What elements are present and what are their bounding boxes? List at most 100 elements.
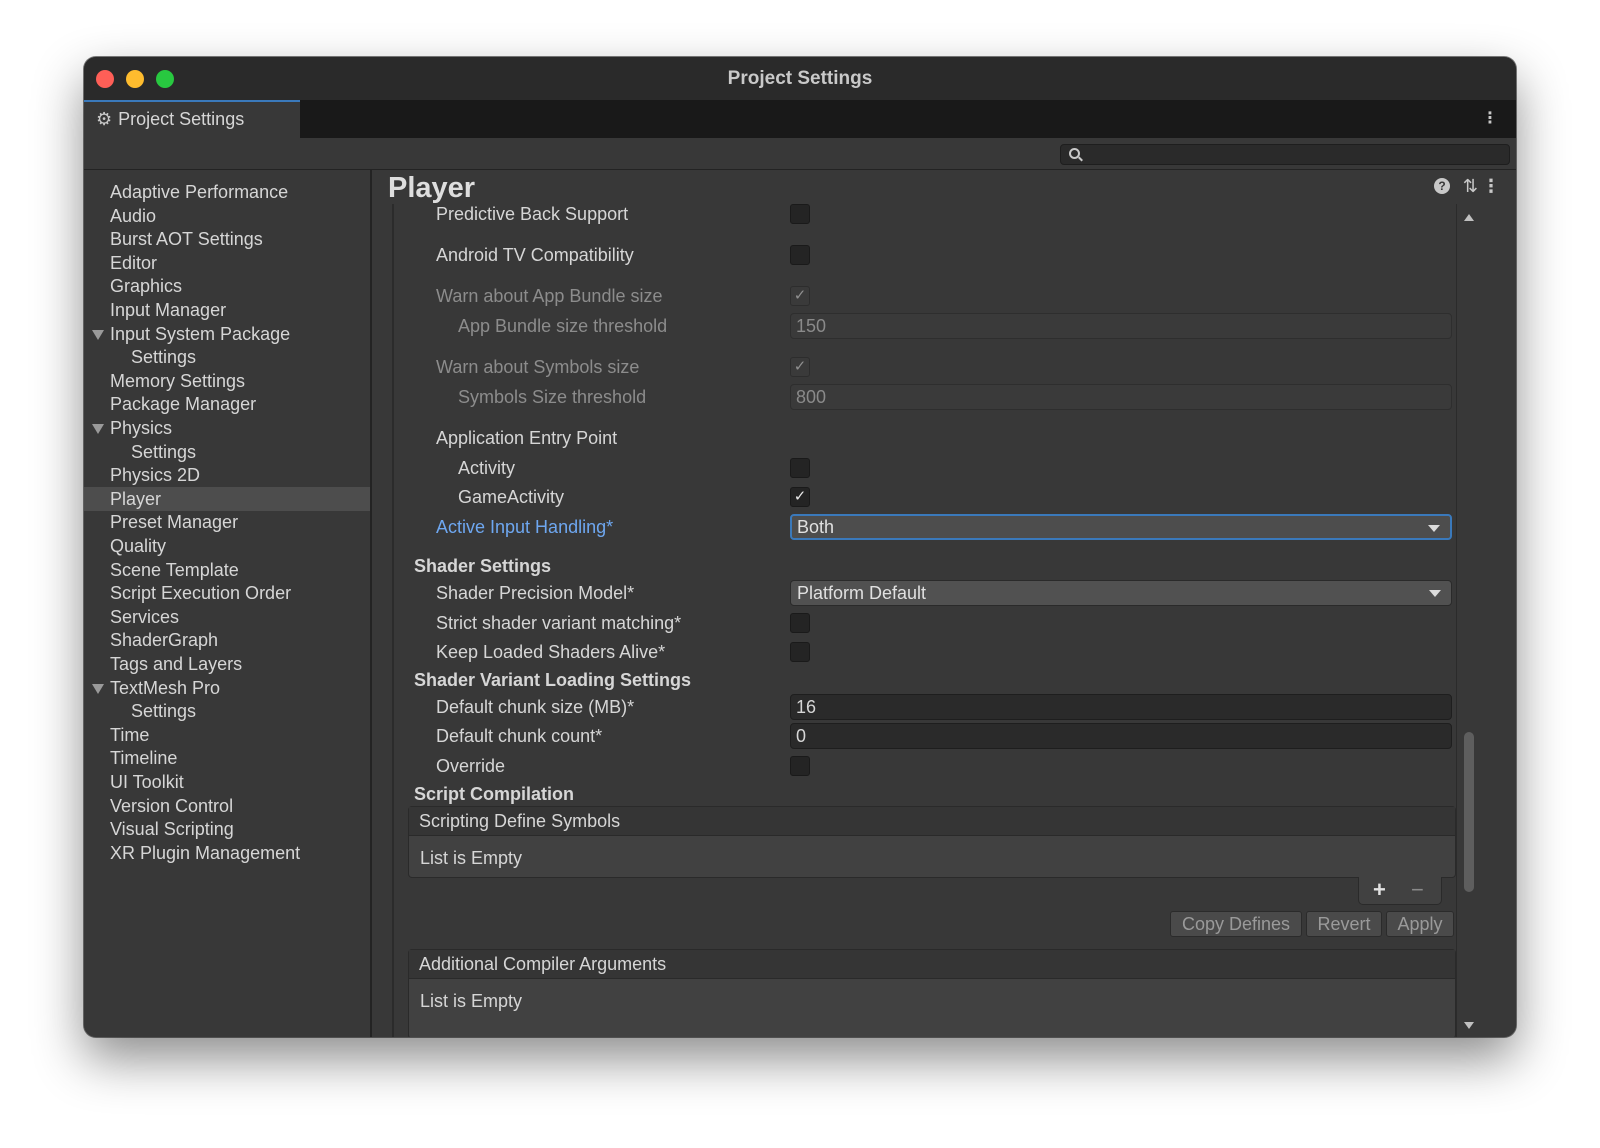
android-tv-label: Android TV Compatibility	[436, 245, 634, 265]
warn-bundle-checkbox[interactable]: ✓	[790, 286, 810, 306]
android-tv-row: Android TV Compatibility	[394, 241, 1456, 269]
sidebar-item-physics[interactable]: Physics	[84, 416, 370, 440]
expand-triangle-icon[interactable]	[92, 329, 104, 340]
add-symbol-button[interactable]: +	[1373, 878, 1386, 902]
active-input-label[interactable]: Active Input Handling*	[436, 513, 613, 541]
shader-precision-label: Shader Precision Model*	[436, 583, 635, 603]
window-title: Project Settings	[727, 68, 873, 89]
sidebar-item-xr-plugin-management[interactable]: XR Plugin Management	[84, 841, 370, 865]
revert-button[interactable]: Revert	[1306, 911, 1382, 937]
chunk-size-field[interactable]: 16	[790, 694, 1452, 720]
sidebar-item-graphics[interactable]: Graphics	[84, 274, 370, 298]
sidebar-item-version-control[interactable]: Version Control	[84, 794, 370, 818]
activity-checkbox[interactable]	[790, 458, 810, 478]
minimize-window-button[interactable]	[126, 70, 144, 88]
sidebar-item-settings-11[interactable]: Settings	[84, 440, 370, 464]
shader-precision-row: Shader Precision Model* Platform Default	[394, 579, 1456, 607]
symbols-threshold-label: Symbols Size threshold	[458, 387, 647, 407]
close-window-button[interactable]	[96, 70, 114, 88]
scroll-thumb[interactable]	[1464, 732, 1474, 892]
sidebar-item-preset-manager[interactable]: Preset Manager	[84, 510, 370, 534]
predictive-back-row: Predictive Back Support	[394, 204, 1456, 228]
sidebar-item-physics-2d[interactable]: Physics 2D	[84, 463, 370, 487]
sidebar-item-package-manager[interactable]: Package Manager	[84, 392, 370, 416]
define-symbols-header[interactable]: Scripting Define Symbols	[409, 807, 1455, 836]
vertical-scrollbar[interactable]	[1462, 204, 1476, 1037]
sidebar-item-label: Audio	[110, 205, 157, 226]
sidebar-item-input-system-package[interactable]: Input System Package	[84, 322, 370, 346]
sidebar-item-label: Visual Scripting	[110, 819, 234, 840]
sidebar-item-label: ShaderGraph	[110, 630, 219, 651]
search-input[interactable]	[1060, 144, 1510, 165]
bundle-threshold-field[interactable]: 150	[790, 313, 1452, 339]
panel-menu-icon[interactable]: ⋮	[1482, 176, 1500, 197]
override-row: Override	[394, 752, 1456, 780]
predictive-back-checkbox[interactable]	[790, 204, 810, 224]
sidebar-item-timeline[interactable]: Timeline	[84, 746, 370, 770]
sidebar-item-shadergraph[interactable]: ShaderGraph	[84, 628, 370, 652]
shader-precision-dropdown[interactable]: Platform Default	[790, 580, 1452, 606]
chunk-size-label: Default chunk size (MB)*	[436, 697, 635, 717]
sidebar-item-label: Version Control	[110, 795, 234, 816]
sidebar-item-settings-22[interactable]: Settings	[84, 699, 370, 723]
tab-project-settings[interactable]: ⚙ Project Settings	[84, 100, 300, 138]
symbols-threshold-field[interactable]: 800	[790, 384, 1452, 410]
sidebar-item-tags-and-layers[interactable]: Tags and Layers	[84, 652, 370, 676]
strict-variant-row: Strict shader variant matching*	[394, 609, 1456, 637]
active-input-dropdown[interactable]: Both	[790, 514, 1452, 540]
strict-variant-checkbox[interactable]	[790, 613, 810, 633]
chunk-count-field[interactable]: 0	[790, 723, 1452, 749]
copy-defines-button[interactable]: Copy Defines	[1170, 911, 1302, 937]
override-checkbox[interactable]	[790, 756, 810, 776]
maximize-window-button[interactable]	[156, 70, 174, 88]
sidebar-item-label: Settings	[131, 347, 197, 368]
sidebar-item-player[interactable]: Player	[84, 486, 370, 511]
sidebar-item-burst-aot-settings[interactable]: Burst AOT Settings	[84, 227, 370, 251]
apply-button[interactable]: Apply	[1386, 911, 1454, 937]
settings-sidebar: Adaptive Performance Audio Burst AOT Setti…	[84, 170, 372, 1037]
sidebar-item-time[interactable]: Time	[84, 723, 370, 747]
chunk-count-row: Default chunk count* 0	[394, 722, 1456, 750]
sidebar-item-input-manager[interactable]: Input Manager	[84, 298, 370, 322]
sidebar-item-label: Graphics	[110, 276, 183, 297]
define-symbols-list: Scripting Define Symbols List is Empty	[408, 806, 1456, 878]
sidebar-item-textmesh-pro[interactable]: TextMesh Pro	[84, 676, 370, 700]
chunk-count-label: Default chunk count*	[436, 726, 603, 746]
compiler-args-empty: List is Empty	[420, 991, 523, 1011]
scroll-up-arrow-icon[interactable]	[1464, 214, 1474, 221]
bundle-threshold-label: App Bundle size threshold	[458, 316, 668, 336]
sidebar-item-label: Memory Settings	[110, 370, 246, 391]
sidebar-item-visual-scripting[interactable]: Visual Scripting	[84, 817, 370, 841]
expand-triangle-icon[interactable]	[92, 683, 104, 694]
help-icon[interactable]: ?	[1434, 178, 1450, 194]
compiler-args-header[interactable]: Additional Compiler Arguments	[409, 950, 1455, 979]
scroll-down-arrow-icon[interactable]	[1464, 1022, 1474, 1029]
active-input-value: Both	[797, 517, 835, 537]
sidebar-item-ui-toolkit[interactable]: UI Toolkit	[84, 770, 370, 794]
game-activity-checkbox[interactable]: ✓	[790, 487, 810, 507]
sidebar-item-quality[interactable]: Quality	[84, 534, 370, 558]
sidebar-item-memory-settings[interactable]: Memory Settings	[84, 369, 370, 393]
keep-loaded-label: Keep Loaded Shaders Alive*	[436, 642, 666, 662]
keep-loaded-checkbox[interactable]	[790, 642, 810, 662]
sidebar-item-settings-7[interactable]: Settings	[84, 345, 370, 369]
shader-settings-heading: Shader Settings	[414, 556, 552, 576]
android-tv-checkbox[interactable]	[790, 245, 810, 265]
gear-icon: ⚙	[96, 109, 113, 129]
warn-symbols-checkbox[interactable]: ✓	[790, 357, 810, 377]
kebab-menu-icon[interactable]: ⋮	[1482, 108, 1498, 130]
preset-sliders-icon[interactable]: ⇅	[1463, 176, 1478, 197]
sidebar-item-services[interactable]: Services	[84, 605, 370, 629]
sidebar-item-audio[interactable]: Audio	[84, 204, 370, 228]
sidebar-item-adaptive-performance[interactable]: Adaptive Performance	[84, 180, 370, 204]
sidebar-item-scene-template[interactable]: Scene Template	[84, 558, 370, 582]
tab-strip: ⚙ Project Settings ⋮	[84, 100, 1516, 138]
sidebar-item-script-execution-order[interactable]: Script Execution Order	[84, 581, 370, 605]
sidebar-item-label: Quality	[110, 536, 167, 556]
strict-variant-label: Strict shader variant matching*	[436, 613, 682, 633]
expand-triangle-icon[interactable]	[92, 424, 104, 434]
sidebar-item-label: Script Execution Order	[110, 583, 292, 604]
remove-symbol-button[interactable]: −	[1411, 878, 1424, 902]
sidebar-item-editor[interactable]: Editor	[84, 251, 370, 275]
entry-point-label: Application Entry Point	[436, 428, 618, 448]
